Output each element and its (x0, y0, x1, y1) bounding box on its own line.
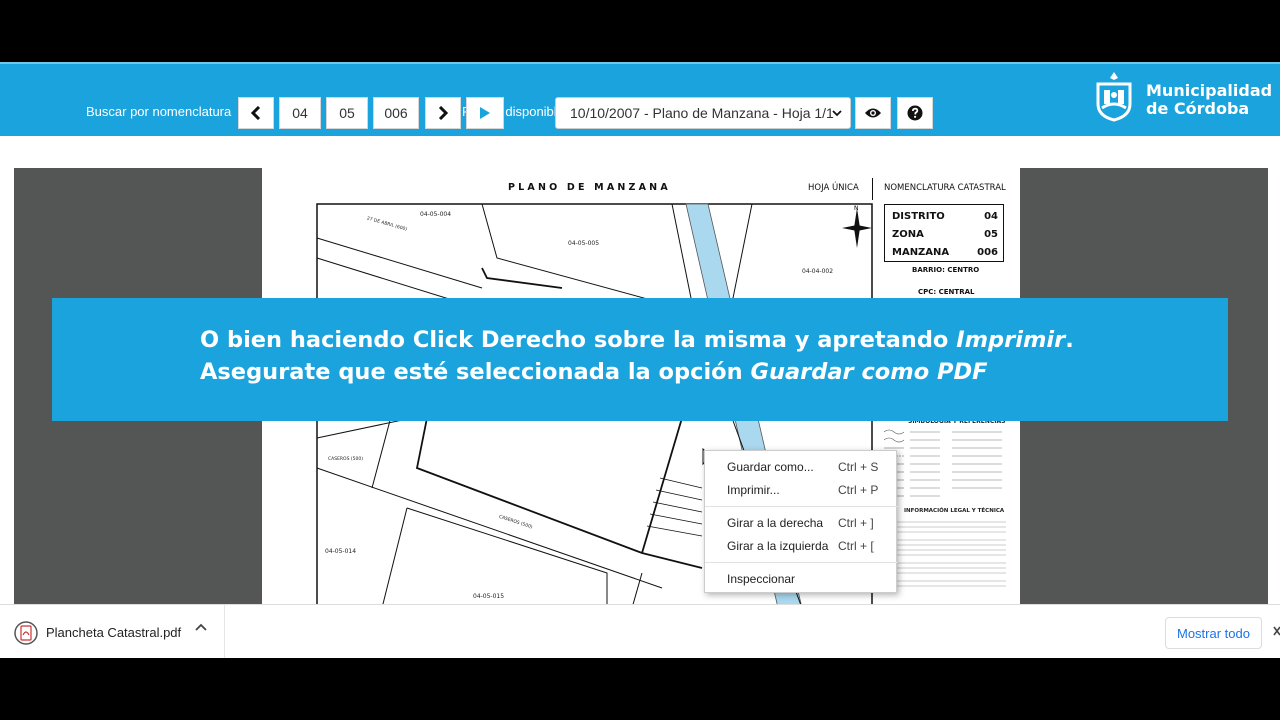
selected-plan: 10/10/2007 - Plano de Manzana - Hoja 1/1 (570, 105, 834, 121)
menu-item-print[interactable]: Imprimir... Ctrl + P (705, 480, 898, 500)
menu-item-label: Girar a la derecha (727, 516, 824, 530)
prev-button[interactable] (238, 97, 274, 129)
compass-icon: N (842, 205, 872, 248)
banner-line-1: O bien haciendo Click Derecho sobre la m… (200, 324, 1074, 356)
browser-page: Buscar por nomenclatura Planos disponibl… (0, 62, 1280, 658)
parcel-label: 04-05-014 (325, 548, 357, 555)
context-menu: Guardar como... Ctrl + S Imprimir... Ctrl … (704, 450, 898, 593)
help-icon (907, 105, 923, 121)
manzana-input[interactable]: 006 (373, 97, 419, 129)
menu-item-label: Inspeccionar (727, 572, 796, 586)
banner-text: O bien haciendo Click Derecho sobre la m… (200, 324, 1074, 388)
menu-item-shortcut: Ctrl + P (838, 483, 879, 497)
next-button[interactable] (425, 97, 461, 129)
prev-icon (250, 106, 261, 120)
logo-line-1: Municipalidad (1146, 81, 1273, 100)
logo-line-2: de Córdoba (1146, 99, 1250, 118)
banner-line-1-emphasis: Imprimir (956, 327, 1066, 353)
menu-item-shortcut: Ctrl + [ (838, 539, 874, 553)
city-logo-icon (1096, 72, 1132, 122)
menu-item-shortcut: Ctrl + S (838, 460, 879, 474)
distrito-input[interactable]: 04 (279, 97, 321, 129)
chevron-down-icon (832, 106, 842, 120)
parcel-label: 04-05-015 (473, 593, 505, 600)
banner-line-1-end: . (1065, 327, 1074, 353)
menu-item-inspect[interactable]: Inspeccionar (705, 569, 898, 589)
menu-item-save-as[interactable]: Guardar como... Ctrl + S (705, 457, 898, 477)
close-icon[interactable] (1273, 624, 1280, 640)
banner-line-2-emphasis: Guardar como PDF (750, 359, 988, 385)
view-button[interactable] (855, 97, 891, 129)
help-button[interactable] (897, 97, 933, 129)
info-title: INFORMACIÓN LEGAL Y TÉCNICA (904, 508, 1005, 514)
download-item[interactable]: Plancheta Catastral.pdf (0, 605, 225, 658)
search-label: Buscar por nomenclatura (86, 104, 232, 119)
search-button[interactable] (466, 97, 504, 129)
menu-separator (705, 506, 898, 507)
zona-input[interactable]: 05 (326, 97, 368, 129)
street-label: CASEROS (500) (328, 457, 363, 462)
banner-line-2-text: Asegurate que esté seleccionada la opció… (200, 359, 751, 385)
parcel-label: 04-04-002 (802, 268, 834, 275)
menu-item-label: Guardar como... (727, 460, 814, 474)
chevron-up-icon[interactable] (195, 622, 207, 636)
svg-text:N: N (854, 205, 859, 212)
play-icon (480, 107, 490, 119)
menu-item-shortcut: Ctrl + ] (838, 516, 874, 530)
banner-line-2: Asegurate que esté seleccionada la opció… (200, 356, 1074, 388)
parcel-label: 04-05-005 (568, 240, 600, 247)
show-all-button[interactable]: Mostrar todo (1165, 617, 1262, 649)
app-header: Buscar por nomenclatura Planos disponibl… (0, 62, 1280, 136)
download-bar: Plancheta Catastral.pdf Mostrar todo (0, 604, 1280, 658)
download-file-name: Plancheta Catastral.pdf (46, 625, 182, 640)
instruction-banner: O bien haciendo Click Derecho sobre la m… (52, 298, 1228, 421)
menu-item-label: Imprimir... (727, 483, 780, 497)
menu-item-label: Girar a la izquierda (727, 539, 829, 553)
next-icon (438, 106, 449, 120)
plans-select[interactable]: 10/10/2007 - Plano de Manzana - Hoja 1/1 (555, 97, 851, 129)
menu-separator (705, 562, 898, 563)
parcel-label: 04-05-004 (420, 211, 452, 218)
menu-item-rotate-left[interactable]: Girar a la izquierda Ctrl + [ (705, 536, 898, 556)
pdf-file-icon (14, 621, 38, 645)
menu-item-rotate-right[interactable]: Girar a la derecha Ctrl + ] (705, 513, 898, 533)
banner-line-1-text: O bien haciendo Click Derecho sobre la m… (200, 327, 957, 353)
eye-icon (865, 108, 881, 118)
video-frame: Buscar por nomenclatura Planos disponibl… (0, 0, 1280, 720)
city-logo-text: Municipalidad de Córdoba (1146, 82, 1272, 118)
